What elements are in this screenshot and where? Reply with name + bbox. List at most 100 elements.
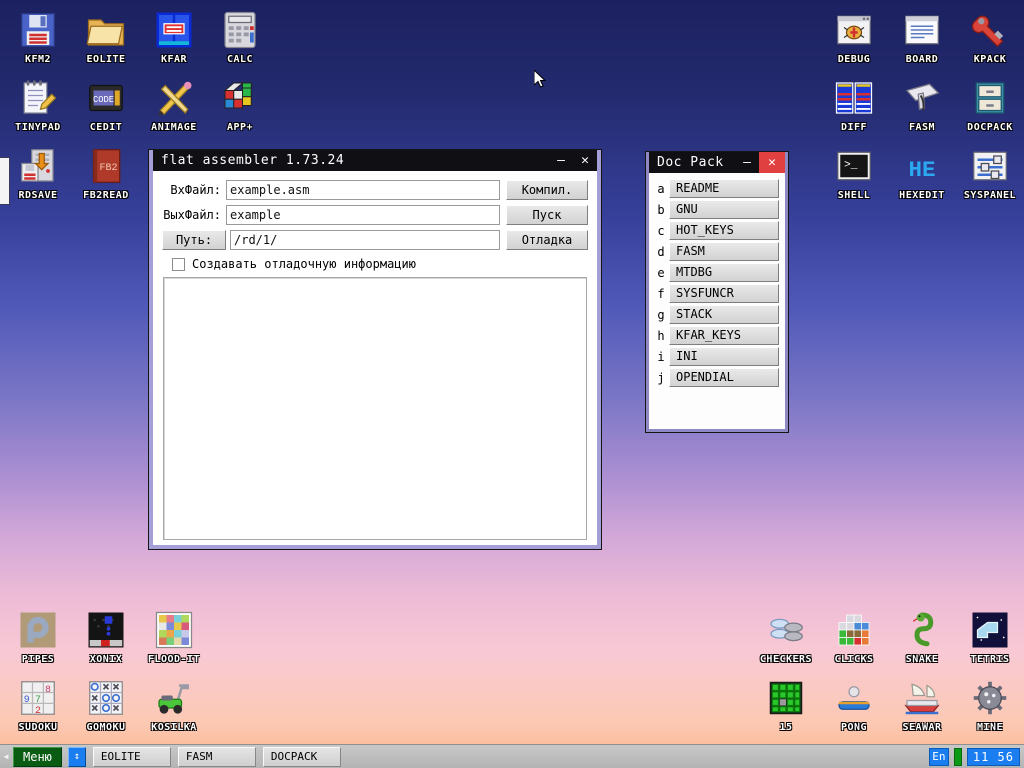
run-button[interactable]: Пуск <box>506 205 588 225</box>
desktop-icon-label: 15 <box>779 722 793 733</box>
desktop-icon-fb2read[interactable]: FB2 FB2READ <box>72 146 140 201</box>
path-button[interactable]: Путь: <box>162 230 226 250</box>
path-field[interactable]: /rd/1/ <box>230 230 500 250</box>
desktop-icon-board[interactable]: BOARD <box>888 10 956 65</box>
docpack-window[interactable]: Doc Pack – ✕ a README b GNU c HOT_KEYS d… <box>646 152 788 432</box>
desktop-icon-kosilka[interactable]: KOSILKA <box>140 678 208 733</box>
desktop-icon-tetris[interactable]: TETRIS <box>956 610 1024 665</box>
desktop-icon-label: DOCPACK <box>967 122 1013 133</box>
docpack-item-fasm[interactable]: FASM <box>669 242 779 261</box>
docpack-row: d FASM <box>653 242 779 261</box>
desktop-icon-sudoku[interactable]: 8 9 7 2 SUDOKU <box>4 678 72 733</box>
rubik-cube-icon <box>223 82 252 109</box>
offscreen-window-edge[interactable] <box>0 158 9 204</box>
desktop-icon-snake[interactable]: SNAKE <box>888 610 956 665</box>
pong-icon <box>838 686 870 710</box>
desktop-icon-seawar[interactable]: SEAWAR <box>888 678 956 733</box>
fasm-window[interactable]: flat assembler 1.73.24 – ✕ ВхФайл: examp… <box>149 150 601 549</box>
cpu-meter-icon <box>953 747 962 766</box>
docpack-minimize-button[interactable]: – <box>735 152 759 173</box>
taskbar-collapse-arrow-icon[interactable]: ◀ <box>0 745 12 768</box>
desktop-icon-fasm[interactable]: FASM <box>888 78 956 133</box>
desktop-icon-docpack[interactable]: DOCPACK <box>956 78 1024 133</box>
svg-text:9: 9 <box>24 695 30 706</box>
desktop-icon-label: TETRIS <box>970 654 1010 665</box>
taskbar-task-eolite[interactable]: EOLITE <box>92 746 171 767</box>
taskbar-task-docpack[interactable]: DOCPACK <box>262 746 341 767</box>
docpack-item-mtdbg[interactable]: MTDBG <box>669 263 779 282</box>
desktop-icon-kpack[interactable]: KPACK <box>956 10 1024 65</box>
docpack-key: f <box>657 286 665 301</box>
path-row: Путь: /rd/1/ Отладка <box>162 229 588 251</box>
desktop-icon-gomoku[interactable]: GOMOKU <box>72 678 140 733</box>
desktop-icon-label: GOMOKU <box>86 722 126 733</box>
lawnmower-icon <box>158 684 189 714</box>
docpack-item-readme[interactable]: README <box>669 179 779 198</box>
docpack-item-opendial[interactable]: OPENDIAL <box>669 368 779 387</box>
desktop-icon-mine[interactable]: MINE <box>956 678 1024 733</box>
minimize-all-button[interactable]: ↕ <box>67 746 86 767</box>
docpack-row: j OPENDIAL <box>653 368 779 387</box>
docpack-item-kfar-keys[interactable]: KFAR_KEYS <box>669 326 779 345</box>
input-file-field[interactable]: example.asm <box>226 180 500 200</box>
input-file-label: ВхФайл: <box>170 183 221 197</box>
compile-button[interactable]: Компил. <box>506 180 588 200</box>
fasm-minimize-button[interactable]: – <box>549 150 573 171</box>
ship-icon <box>904 683 940 715</box>
system-tray: En 11 56 <box>928 745 1024 768</box>
desktop-icon-clicks[interactable]: CLICKS <box>820 610 888 665</box>
notepad-pencil-icon <box>23 80 57 114</box>
desktop-icon-debug[interactable]: DEBUG <box>820 10 888 65</box>
docpack-key: c <box>657 223 665 238</box>
desktop-icon-eolite[interactable]: EOLITE <box>72 10 140 65</box>
desktop-icon-checkers[interactable]: CHECKERS <box>752 610 820 665</box>
svg-text:8: 8 <box>45 685 51 696</box>
checkers-icon <box>770 618 803 642</box>
fasm-titlebar[interactable]: flat assembler 1.73.24 – ✕ <box>153 150 597 171</box>
clock[interactable]: 11 56 <box>966 747 1020 766</box>
desktop-icon-label: XONIX <box>89 654 123 665</box>
start-menu-button[interactable]: Меню <box>13 746 62 767</box>
desktop-icon-hexedit[interactable]: HE HEXEDIT <box>888 146 956 201</box>
desktop-icon-pipes[interactable]: PIPES <box>4 610 72 665</box>
desktop-icon-tinypad[interactable]: TINYPAD <box>4 78 72 133</box>
debug-info-label: Создавать отладочную информацию <box>192 257 416 271</box>
desktop-icon-animage[interactable]: ANIMAGE <box>140 78 208 133</box>
desktop-icon-label: SEAWAR <box>902 722 942 733</box>
desktop-icon-diff[interactable]: DIFF <box>820 78 888 133</box>
docpack-titlebar[interactable]: Doc Pack – ✕ <box>649 152 785 173</box>
desktop-icon-xonix[interactable]: XONIX <box>72 610 140 665</box>
docpack-item-sysfuncr[interactable]: SYSFUNCR <box>669 284 779 303</box>
taskbar-task-fasm[interactable]: FASM <box>177 746 256 767</box>
desktop-icon-kfar[interactable]: KFAR <box>140 10 208 65</box>
docpack-item-ini[interactable]: INI <box>669 347 779 366</box>
desktop-icon-cedit[interactable]: CODE CEDIT <box>72 78 140 133</box>
desktop-icon-label: EOLITE <box>86 54 126 65</box>
desktop-icon-calc[interactable]: CALC <box>206 10 274 65</box>
desktop-icon-rdsave[interactable]: RDSAVE <box>4 146 72 201</box>
compiler-output-area[interactable] <box>163 277 587 540</box>
debug-button[interactable]: Отладка <box>506 230 588 250</box>
desktop-icon-syspanel[interactable]: SYSPANEL <box>956 146 1024 201</box>
docpack-item-stack[interactable]: STACK <box>669 305 779 324</box>
desktop-icon-kfm2[interactable]: KFM2 <box>4 10 72 65</box>
docpack-window-body: a README b GNU c HOT_KEYS d FASM e MTDBG… <box>649 173 785 387</box>
desktop-icon-flood-it[interactable]: FLOOD-IT <box>140 610 208 665</box>
desktop-icon-app-plus[interactable]: APP+ <box>206 78 274 133</box>
output-file-field[interactable]: example <box>226 205 500 225</box>
docpack-key: i <box>657 349 665 364</box>
language-indicator[interactable]: En <box>928 747 949 766</box>
desktop-icon-label: APP+ <box>226 122 254 133</box>
fasm-close-button[interactable]: ✕ <box>573 150 597 171</box>
xonix-icon <box>88 612 124 648</box>
docpack-item-gnu[interactable]: GNU <box>669 200 779 219</box>
desktop-icon-fifteen[interactable]: 15 <box>752 678 820 733</box>
docpack-row: c HOT_KEYS <box>653 221 779 240</box>
desktop-icon-pong[interactable]: PONG <box>820 678 888 733</box>
mouse-cursor-icon <box>534 70 547 88</box>
desktop-icon-shell[interactable]: >_ SHELL <box>820 146 888 201</box>
docpack-item-hot-keys[interactable]: HOT_KEYS <box>669 221 779 240</box>
docpack-close-button[interactable]: ✕ <box>759 152 785 173</box>
desktop-icon-label: PIPES <box>21 654 55 665</box>
debug-info-checkbox[interactable] <box>172 257 185 271</box>
